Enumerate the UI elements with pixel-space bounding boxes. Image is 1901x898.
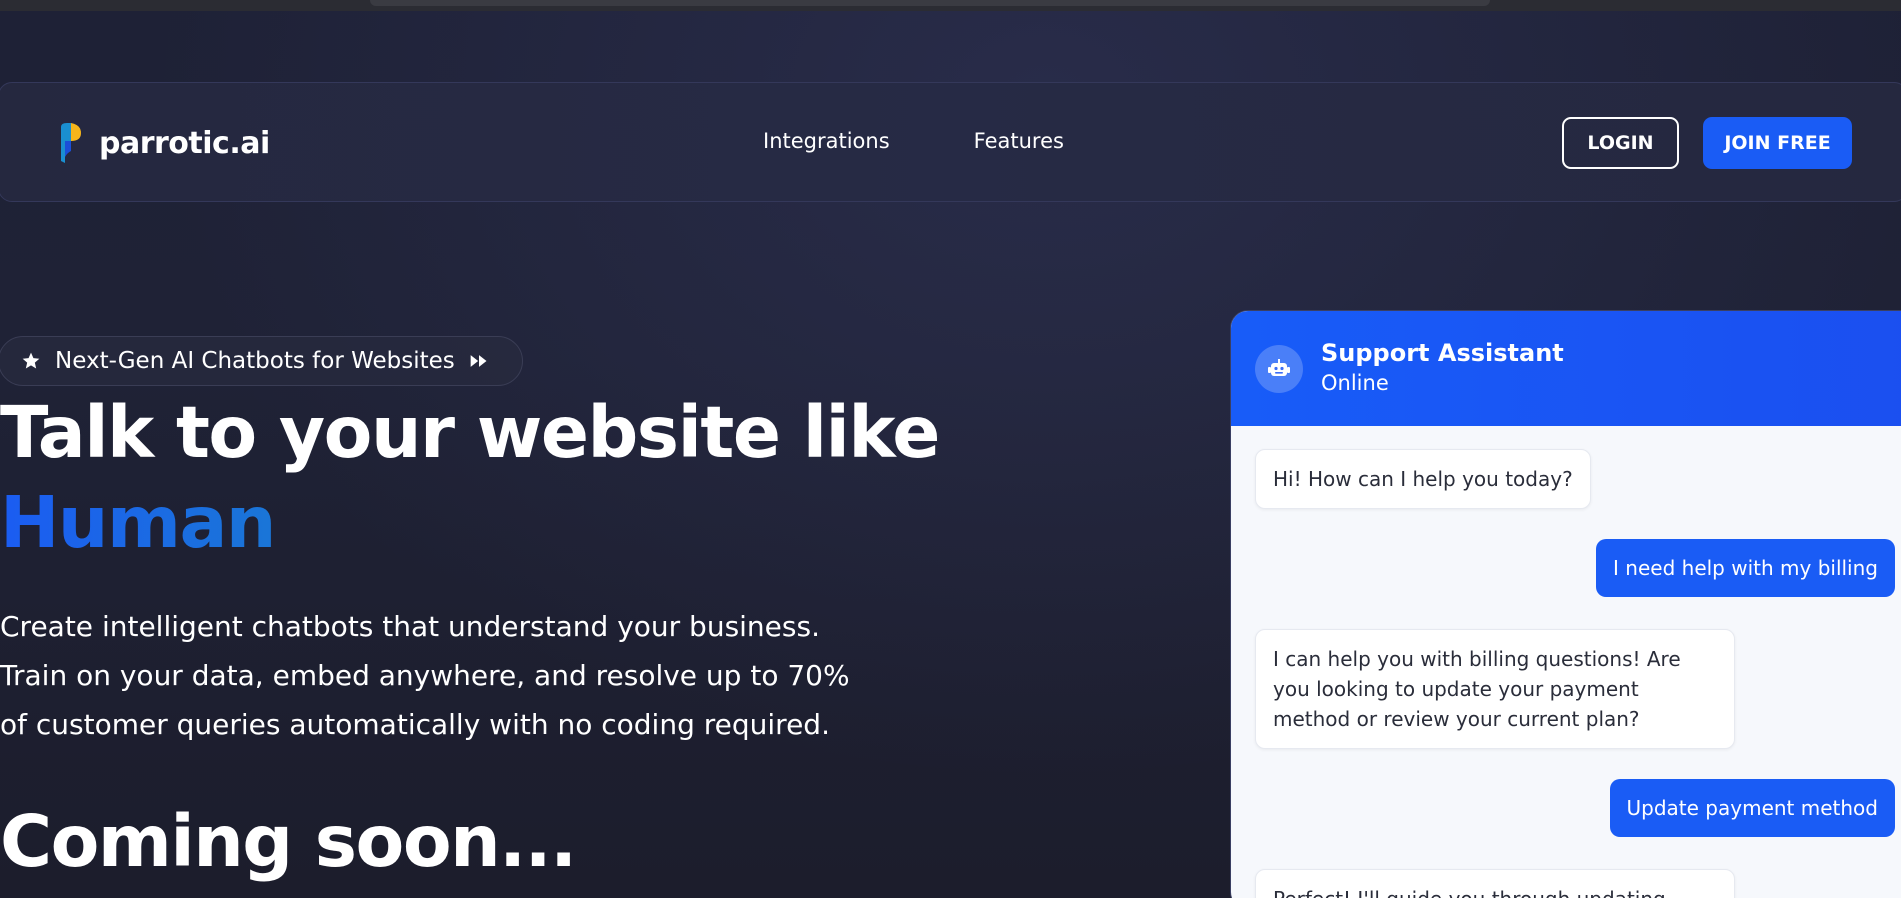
hero-title-accent: Human [0,478,939,568]
nav-link-features[interactable]: Features [974,129,1064,153]
star-icon [22,352,40,369]
nav-links: Integrations Features [763,129,1064,153]
chat-message-bot: Hi! How can I help you today? [1255,449,1591,509]
coming-soon-heading: Coming soon... [0,800,577,883]
chat-title: Support Assistant [1321,339,1564,367]
fast-forward-icon [470,355,487,367]
nav-link-integrations[interactable]: Integrations [763,129,890,153]
hero-title-line: Talk to your website like [0,391,940,474]
navbar: parrotic.ai Integrations Features LOGIN … [0,82,1901,202]
chat-header: Support Assistant Online [1231,311,1901,426]
chat-avatar [1255,345,1303,393]
login-button[interactable]: LOGIN [1562,117,1679,169]
brand-logo[interactable]: parrotic.ai [57,123,270,163]
robot-icon [1268,359,1290,376]
hero-badge: Next-Gen AI Chatbots for Websites [0,336,523,386]
chat-message-user: I need help with my billing [1596,539,1895,597]
hero-title: Talk to your website like Human [0,388,940,568]
chat-widget: Support Assistant Online Hi! How can I h… [1230,310,1901,898]
join-free-button[interactable]: JOIN FREE [1703,117,1852,169]
chat-status: Online [1321,371,1389,395]
parrot-logo-icon [61,123,81,163]
browser-tab-strip [370,0,1490,6]
browser-top-strip [0,0,1901,11]
hero-description-line: Create intelligent chatbots that underst… [0,610,820,643]
chat-message-bot: Perfect! I'll guide you through updating… [1255,869,1735,898]
brand-name: parrotic.ai [99,125,270,161]
page: parrotic.ai Integrations Features LOGIN … [0,0,1901,898]
chat-message-user: Update payment method [1609,779,1895,837]
chat-message-bot: I can help you with billing questions! A… [1255,629,1735,749]
hero-description-line: of customer queries automatically with n… [0,708,830,741]
hero-description: Create intelligent chatbots that underst… [0,602,900,749]
hero-badge-text: Next-Gen AI Chatbots for Websites [55,348,455,374]
hero-description-line: Train on your data, embed anywhere, and … [0,659,850,692]
